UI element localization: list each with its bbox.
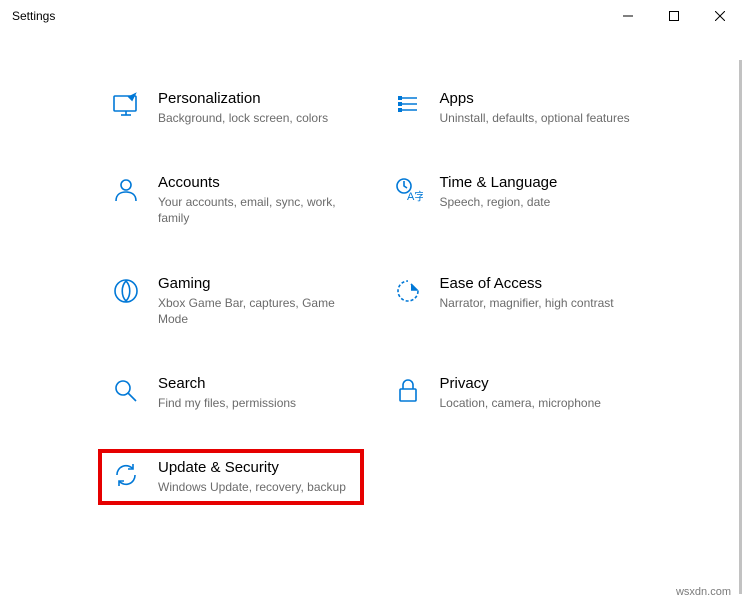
category-title: Ease of Access [440, 275, 634, 292]
maximize-button[interactable] [651, 0, 697, 32]
category-text: Ease of Access Narrator, magnifier, high… [440, 275, 634, 311]
category-subtitle: Uninstall, defaults, optional features [440, 110, 634, 126]
window-controls [605, 0, 743, 32]
category-subtitle: Find my files, permissions [158, 395, 352, 411]
personalization-icon [110, 90, 142, 122]
category-accounts[interactable]: Accounts Your accounts, email, sync, wor… [100, 166, 362, 234]
category-text: Gaming Xbox Game Bar, captures, Game Mod… [158, 275, 352, 327]
category-title: Time & Language [440, 174, 634, 191]
vertical-scrollbar[interactable] [735, 60, 743, 594]
category-text: Time & Language Speech, region, date [440, 174, 634, 210]
category-subtitle: Your accounts, email, sync, work, family [158, 194, 352, 226]
category-title: Apps [440, 90, 634, 107]
category-subtitle: Location, camera, microphone [440, 395, 634, 411]
maximize-icon [669, 11, 679, 21]
category-subtitle: Speech, region, date [440, 194, 634, 210]
privacy-icon [392, 375, 424, 407]
category-subtitle: Background, lock screen, colors [158, 110, 352, 126]
category-title: Gaming [158, 275, 352, 292]
time-language-icon: A字 [392, 174, 424, 206]
category-title: Personalization [158, 90, 352, 107]
window-title: Settings [12, 9, 605, 23]
category-title: Accounts [158, 174, 352, 191]
accounts-icon [110, 174, 142, 206]
svg-text:A字: A字 [407, 189, 423, 203]
apps-icon [392, 90, 424, 122]
titlebar: Settings [0, 0, 743, 32]
category-text: Personalization Background, lock screen,… [158, 90, 352, 126]
category-subtitle: Narrator, magnifier, high contrast [440, 295, 634, 311]
category-update-security[interactable]: Update & Security Windows Update, recove… [100, 451, 362, 503]
category-title: Privacy [440, 375, 634, 392]
category-gaming[interactable]: Gaming Xbox Game Bar, captures, Game Mod… [100, 267, 362, 335]
category-text: Apps Uninstall, defaults, optional featu… [440, 90, 634, 126]
search-icon [110, 375, 142, 407]
category-subtitle: Windows Update, recovery, backup [158, 479, 352, 495]
category-subtitle: Xbox Game Bar, captures, Game Mode [158, 295, 352, 327]
category-time-language[interactable]: A字 Time & Language Speech, region, date [382, 166, 644, 234]
close-icon [715, 11, 725, 21]
update-security-icon [110, 459, 142, 491]
close-button[interactable] [697, 0, 743, 32]
category-text: Accounts Your accounts, email, sync, wor… [158, 174, 352, 226]
category-ease-of-access[interactable]: Ease of Access Narrator, magnifier, high… [382, 267, 644, 335]
category-text: Privacy Location, camera, microphone [440, 375, 634, 411]
gaming-icon [110, 275, 142, 307]
watermark: wsxdn.com [676, 586, 731, 598]
category-text: Search Find my files, permissions [158, 375, 352, 411]
scrollbar-thumb[interactable] [739, 60, 742, 594]
category-title: Update & Security [158, 459, 352, 476]
category-text: Update & Security Windows Update, recove… [158, 459, 352, 495]
category-apps[interactable]: Apps Uninstall, defaults, optional featu… [382, 82, 644, 134]
category-privacy[interactable]: Privacy Location, camera, microphone [382, 367, 644, 419]
category-search[interactable]: Search Find my files, permissions [100, 367, 362, 419]
category-personalization[interactable]: Personalization Background, lock screen,… [100, 82, 362, 134]
ease-of-access-icon [392, 275, 424, 307]
settings-categories: Personalization Background, lock screen,… [0, 32, 743, 503]
minimize-icon [623, 11, 633, 21]
category-title: Search [158, 375, 352, 392]
minimize-button[interactable] [605, 0, 651, 32]
